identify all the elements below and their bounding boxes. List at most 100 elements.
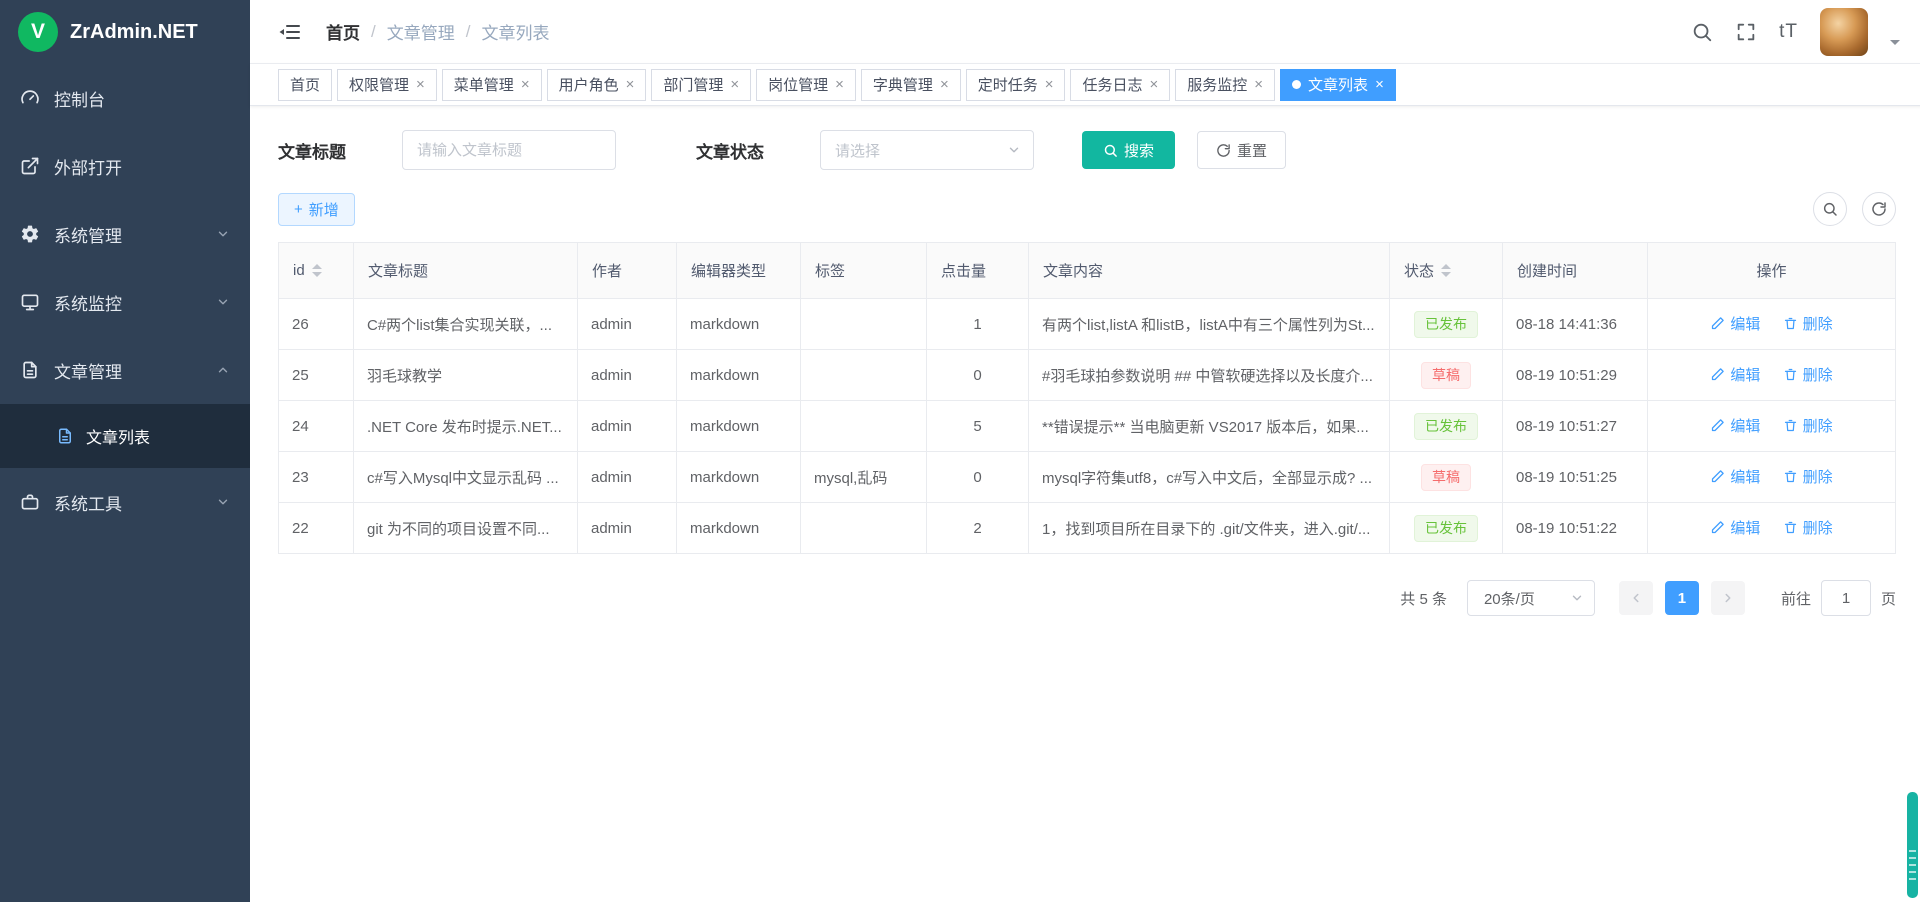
tab-close-icon[interactable]: × xyxy=(1254,77,1263,92)
sidebar: V ZrAdmin.NET 控制台 外部打开 系统管理 xyxy=(0,0,250,902)
cell-title: .NET Core 发布时提示.NET... xyxy=(354,401,578,452)
reset-button[interactable]: 重置 xyxy=(1197,131,1286,169)
tab[interactable]: 任务日志 × xyxy=(1070,69,1170,101)
search-icon[interactable] xyxy=(1691,21,1713,43)
search-button[interactable]: 搜索 xyxy=(1082,131,1175,169)
status-badge: 已发布 xyxy=(1414,413,1478,440)
sidebar-item-external-open[interactable]: 外部打开 xyxy=(0,132,250,200)
toggle-search-button[interactable] xyxy=(1813,192,1847,226)
trash-icon xyxy=(1783,367,1798,382)
article-title-input[interactable] xyxy=(402,130,616,170)
next-page-button[interactable] xyxy=(1711,581,1745,615)
breadcrumb-item-home[interactable]: 首页 xyxy=(326,19,360,44)
tab-close-icon[interactable]: × xyxy=(730,77,739,92)
tab-close-icon[interactable]: × xyxy=(1045,77,1054,92)
tab[interactable]: 字典管理 × xyxy=(861,69,961,101)
tab-close-icon[interactable]: × xyxy=(626,77,635,92)
trash-icon xyxy=(1783,418,1798,433)
tab-close-icon[interactable]: × xyxy=(416,77,425,92)
logo-icon: V xyxy=(18,12,58,52)
cell-status: 已发布 xyxy=(1390,503,1503,554)
sidebar-item-dashboard[interactable]: 控制台 xyxy=(0,64,250,132)
prev-page-button[interactable] xyxy=(1619,581,1653,615)
cell-id: 26 xyxy=(279,299,354,350)
edit-icon xyxy=(1710,367,1725,382)
trash-icon xyxy=(1783,316,1798,331)
sidebar-item-article-management[interactable]: 文章管理 xyxy=(0,336,250,404)
page-number-button[interactable]: 1 xyxy=(1665,581,1699,615)
cell-created-at: 08-19 10:51:22 xyxy=(1503,503,1648,554)
delete-button[interactable]: 删除 xyxy=(1783,466,1833,487)
tab-label: 服务监控 xyxy=(1187,74,1247,95)
document-icon xyxy=(20,360,40,380)
cell-tags xyxy=(801,350,927,401)
column-header-id[interactable]: id xyxy=(279,243,354,299)
edit-button[interactable]: 编辑 xyxy=(1710,313,1760,334)
fullscreen-icon[interactable] xyxy=(1735,21,1757,43)
column-header-status[interactable]: 状态 xyxy=(1390,243,1503,299)
edit-icon xyxy=(1710,520,1725,535)
column-header-author: 作者 xyxy=(578,243,677,299)
tab[interactable]: 菜单管理 × xyxy=(442,69,542,101)
sort-icon[interactable] xyxy=(312,259,322,282)
refresh-table-button[interactable] xyxy=(1862,192,1896,226)
tab-label: 任务日志 xyxy=(1082,74,1142,95)
user-avatar[interactable] xyxy=(1820,8,1868,56)
gear-icon xyxy=(20,224,40,244)
tab[interactable]: 定时任务 × xyxy=(966,69,1066,101)
cell-id: 23 xyxy=(279,452,354,503)
goto-page-input[interactable] xyxy=(1821,580,1871,616)
delete-button-label: 删除 xyxy=(1803,415,1833,436)
article-status-select[interactable]: 请选择 xyxy=(820,130,1034,170)
sidebar-item-system-tools[interactable]: 系统工具 xyxy=(0,468,250,536)
tab-close-icon[interactable]: × xyxy=(1375,77,1384,92)
sidebar-item-system-monitoring[interactable]: 系统监控 xyxy=(0,268,250,336)
tab-close-icon[interactable]: × xyxy=(940,77,949,92)
sidebar-item-label: 系统监控 xyxy=(54,290,122,315)
tab[interactable]: 首页 xyxy=(278,69,332,101)
add-button[interactable]: + 新增 xyxy=(278,193,355,226)
font-size-icon[interactable]: tT xyxy=(1779,21,1798,43)
user-menu-caret-icon[interactable] xyxy=(1890,40,1900,50)
goto-label: 前往 xyxy=(1781,588,1811,609)
tab-close-icon[interactable]: × xyxy=(1150,77,1159,92)
scroll-indicator[interactable] xyxy=(1907,792,1918,898)
edit-icon xyxy=(1710,316,1725,331)
status-badge: 已发布 xyxy=(1414,515,1478,542)
tab[interactable]: 权限管理 × xyxy=(337,69,437,101)
cell-id: 24 xyxy=(279,401,354,452)
tab[interactable]: 岗位管理 × xyxy=(756,69,856,101)
table-row: 23 c#写入Mysql中文显示乱码 ... admin markdown my… xyxy=(279,452,1896,503)
sidebar-item-article-list[interactable]: 文章列表 xyxy=(0,404,250,468)
delete-button-label: 删除 xyxy=(1803,364,1833,385)
edit-button-label: 编辑 xyxy=(1730,415,1760,436)
cell-clicks: 0 xyxy=(927,350,1029,401)
cell-actions: 编辑 删除 xyxy=(1648,299,1896,350)
sidebar-item-label: 文章管理 xyxy=(54,358,122,383)
breadcrumb-item-article-management[interactable]: 文章管理 xyxy=(387,19,455,44)
cell-status: 草稿 xyxy=(1390,452,1503,503)
cell-author: admin xyxy=(578,299,677,350)
page-size-select[interactable]: 20条/页 xyxy=(1467,580,1595,616)
chevron-left-icon xyxy=(1629,591,1643,605)
cell-id: 25 xyxy=(279,350,354,401)
edit-button[interactable]: 编辑 xyxy=(1710,466,1760,487)
edit-button[interactable]: 编辑 xyxy=(1710,415,1760,436)
tab[interactable]: 服务监控 × xyxy=(1175,69,1275,101)
sidebar-collapse-icon[interactable] xyxy=(278,20,302,44)
tab[interactable]: 文章列表 × xyxy=(1280,69,1396,101)
delete-button[interactable]: 删除 xyxy=(1783,517,1833,538)
edit-button[interactable]: 编辑 xyxy=(1710,517,1760,538)
cell-actions: 编辑 删除 xyxy=(1648,452,1896,503)
delete-button[interactable]: 删除 xyxy=(1783,364,1833,385)
tab-close-icon[interactable]: × xyxy=(835,77,844,92)
tab-label: 字典管理 xyxy=(873,74,933,95)
tab[interactable]: 用户角色 × xyxy=(547,69,647,101)
edit-button[interactable]: 编辑 xyxy=(1710,364,1760,385)
tab[interactable]: 部门管理 × xyxy=(651,69,751,101)
sort-icon[interactable] xyxy=(1441,259,1451,282)
delete-button[interactable]: 删除 xyxy=(1783,415,1833,436)
tab-close-icon[interactable]: × xyxy=(521,77,530,92)
sidebar-item-system-management[interactable]: 系统管理 xyxy=(0,200,250,268)
delete-button[interactable]: 删除 xyxy=(1783,313,1833,334)
